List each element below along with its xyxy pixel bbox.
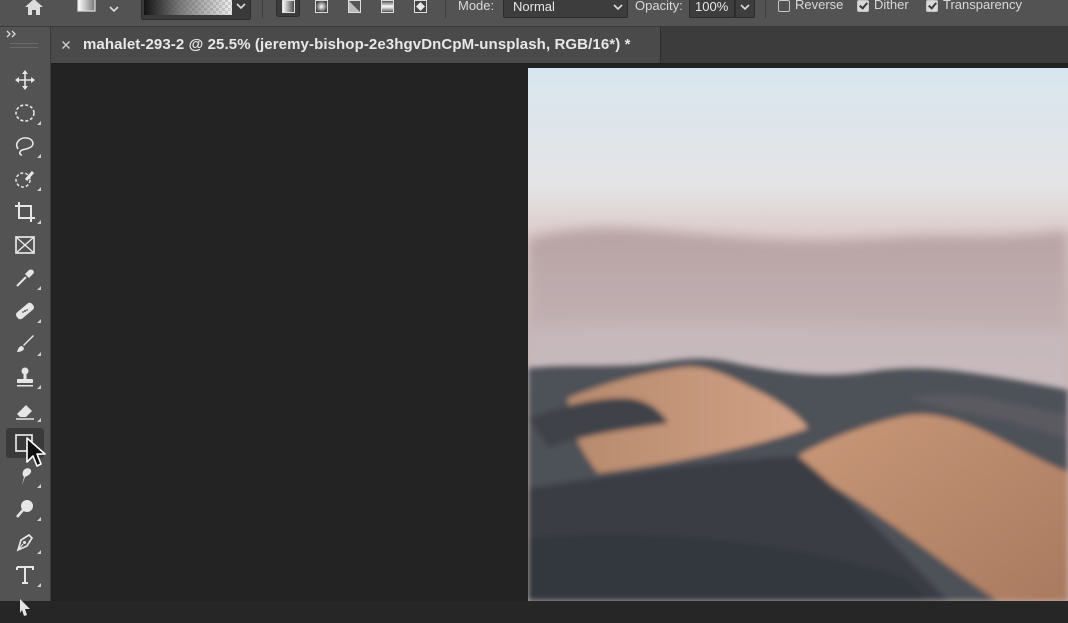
chevron-down-icon[interactable] — [236, 1, 246, 11]
submenu-indicator — [37, 517, 41, 521]
submenu-indicator — [37, 187, 41, 191]
submenu-indicator — [37, 484, 41, 488]
linear-gradient-button[interactable] — [276, 0, 300, 17]
chevron-down-icon — [109, 6, 119, 13]
divider — [765, 0, 766, 18]
submenu-indicator — [37, 319, 41, 323]
reflected-gradient-icon — [381, 0, 394, 13]
blend-mode-select[interactable]: Normal — [503, 0, 628, 18]
close-icon[interactable] — [61, 40, 71, 50]
mouse-cursor-icon — [26, 437, 46, 467]
radial-gradient-button[interactable] — [310, 0, 332, 16]
diamond-gradient-button[interactable] — [409, 0, 431, 16]
quick-selection-icon — [15, 171, 35, 188]
stamp-icon — [17, 367, 33, 387]
home-icon — [25, 0, 43, 15]
chevron-down-icon — [613, 4, 623, 11]
path-selection-tool[interactable] — [6, 593, 44, 623]
eraser-icon — [16, 405, 34, 420]
crop-tool[interactable] — [6, 197, 44, 227]
chevron-down-icon — [740, 4, 750, 11]
frame-icon — [15, 236, 35, 254]
path-selection-icon — [20, 599, 30, 616]
eyedropper-tool[interactable] — [6, 263, 44, 293]
clone-stamp-tool[interactable] — [6, 362, 44, 392]
submenu-indicator — [37, 220, 41, 224]
pen-icon — [16, 533, 34, 552]
frame-tool[interactable] — [6, 230, 44, 260]
home-button[interactable] — [22, 0, 50, 18]
lasso-tool[interactable] — [6, 131, 44, 161]
gradient-swatch[interactable] — [144, 0, 232, 15]
submenu-indicator — [37, 352, 41, 356]
photo-content — [528, 68, 1068, 601]
dodge-icon — [16, 500, 33, 518]
divider — [262, 0, 263, 18]
checkbox-box[interactable] — [778, 0, 790, 12]
options-bar: Mode: Normal Opacity: 100% Reverse Dithe… — [0, 0, 1068, 27]
bandage-icon — [15, 302, 35, 320]
ellipse-marquee-icon — [15, 104, 35, 122]
opacity-dropdown[interactable] — [735, 0, 755, 18]
transparency-label: Transparency — [943, 0, 1022, 12]
dither-label: Dither — [874, 0, 909, 12]
quick-selection-tool[interactable] — [6, 164, 44, 194]
diamond-gradient-icon — [414, 0, 427, 13]
submenu-indicator — [37, 385, 41, 389]
checkbox-box[interactable] — [926, 0, 938, 12]
opacity-input[interactable]: 100% — [689, 0, 735, 18]
blend-mode-value: Normal — [513, 0, 555, 14]
opacity-value: 100% — [695, 0, 729, 14]
dodge-tool[interactable] — [6, 494, 44, 524]
move-tool[interactable] — [6, 65, 44, 95]
collapse-panel-icon[interactable] — [6, 29, 18, 39]
brush-icon — [17, 335, 34, 352]
submenu-indicator — [37, 286, 41, 290]
type-icon — [16, 566, 34, 584]
tool-preset-dropdown[interactable] — [108, 1, 120, 13]
gradient-tool-preset-icon — [77, 0, 96, 12]
healing-brush-tool[interactable] — [6, 296, 44, 326]
reflected-gradient-button[interactable] — [376, 0, 398, 16]
tools-panel — [0, 27, 51, 616]
pen-tool[interactable] — [6, 527, 44, 557]
opacity-label: Opacity: — [635, 0, 683, 13]
move-icon — [15, 70, 35, 90]
checkbox-box[interactable] — [857, 0, 869, 12]
lasso-icon — [15, 137, 34, 156]
eraser-tool[interactable] — [6, 395, 44, 425]
mode-label: Mode: — [458, 0, 495, 13]
crop-icon — [15, 202, 35, 222]
submenu-indicator — [37, 550, 41, 554]
submenu-indicator — [37, 418, 41, 422]
brush-tool[interactable] — [6, 329, 44, 359]
document-tab[interactable]: mahalet-293-2 @ 25.5% (jeremy-bishop-2e3… — [51, 27, 661, 63]
document-title: mahalet-293-2 @ 25.5% (jeremy-bishop-2e3… — [83, 36, 631, 53]
gradient-picker[interactable] — [141, 0, 251, 20]
radial-gradient-icon — [315, 0, 328, 13]
desert-dunes-photo[interactable] — [528, 68, 1068, 601]
angle-gradient-icon — [348, 0, 361, 13]
tool-preset-picker[interactable] — [75, 0, 101, 16]
eyedropper-icon — [16, 269, 34, 287]
panel-grip[interactable] — [10, 43, 38, 48]
document-tab-bar: mahalet-293-2 @ 25.5% (jeremy-bishop-2e3… — [51, 27, 1068, 64]
reverse-label: Reverse — [795, 0, 844, 12]
submenu-indicator — [37, 583, 41, 587]
angle-gradient-button[interactable] — [343, 0, 365, 16]
submenu-indicator — [37, 121, 41, 125]
submenu-indicator — [37, 154, 41, 158]
divider — [445, 0, 446, 18]
type-tool[interactable] — [6, 560, 44, 590]
canvas-area[interactable] — [51, 64, 1068, 601]
elliptical-marquee-tool[interactable] — [6, 98, 44, 128]
linear-gradient-icon — [282, 0, 295, 13]
